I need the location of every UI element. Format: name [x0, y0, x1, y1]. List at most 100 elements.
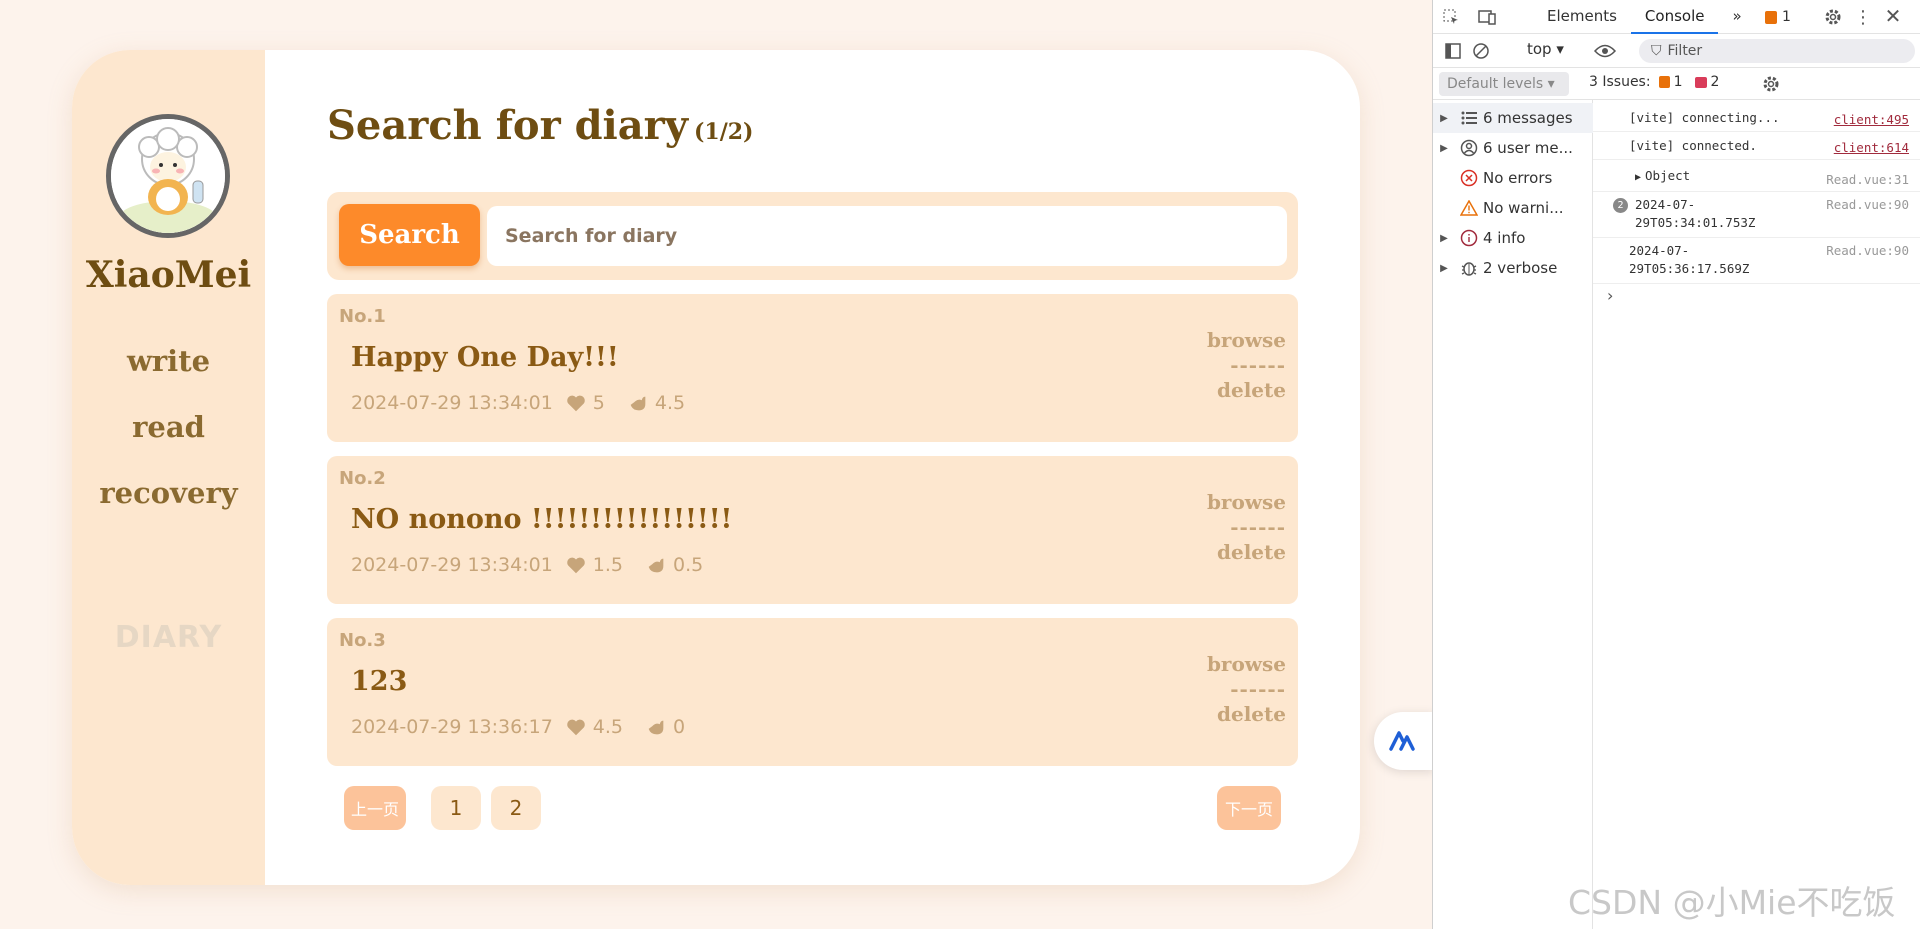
entry-number: No.3	[339, 630, 386, 651]
expand-icon: ▶	[1635, 172, 1642, 183]
page-button[interactable]: 2	[491, 786, 541, 830]
page-title: Search for diary (1/2)	[327, 102, 753, 149]
browse-link[interactable]: browse	[1206, 652, 1286, 676]
entry-number: No.1	[339, 306, 386, 327]
sidebar-item-user-messages[interactable]: ▶ 6 user me...	[1433, 133, 1593, 163]
diary-entry[interactable]: No.2 NO nonono !!!!!!!!!!!!!!!!! 2024-07…	[327, 456, 1298, 604]
diary-entry[interactable]: No.3 123 2024-07-29 13:36:17 4.5 0 brows…	[327, 618, 1298, 766]
prev-page-button[interactable]: 上一页	[344, 786, 406, 830]
inspect-icon[interactable]	[1441, 7, 1461, 27]
eye-icon[interactable]	[1593, 41, 1617, 61]
sidebar-item-label: No warni...	[1483, 199, 1564, 217]
levels-value: Default levels	[1447, 76, 1544, 92]
sidebar-item-messages[interactable]: ▶ 6 messages	[1433, 103, 1593, 133]
source-link[interactable]: Read.vue:31	[1826, 168, 1909, 192]
more-options-icon[interactable]: ⋮	[1854, 7, 1872, 28]
console-line: 2024-07- 29T05:36:17.569Z Read.vue:90	[1593, 240, 1920, 284]
sidebar-item-label: 2 verbose	[1483, 259, 1558, 277]
entry-rating: 0	[673, 716, 686, 738]
entry-title[interactable]: Happy One Day!!!	[351, 342, 619, 373]
console-message: 29T05:36:17.569Z	[1629, 261, 1750, 276]
tab-elements[interactable]: Elements	[1533, 0, 1631, 34]
issue-warn-icon	[1658, 76, 1670, 88]
actions-separator: ------	[1230, 677, 1286, 701]
expand-icon: ▶	[1440, 232, 1448, 244]
issues-info-count: 2	[1710, 74, 1720, 90]
heart-icon	[566, 557, 585, 574]
nav-write[interactable]: write	[72, 344, 265, 378]
entry-meta: 2024-07-29 13:34:01 1.5 0.5	[351, 554, 725, 576]
console-prompt[interactable]: ›	[1607, 286, 1613, 305]
diary-entry[interactable]: No.1 Happy One Day!!! 2024-07-29 13:34:0…	[327, 294, 1298, 442]
browse-link[interactable]: browse	[1206, 490, 1286, 514]
diary-app: XiaoMei write read recovery DIARY Search…	[0, 0, 1434, 929]
delete-link[interactable]: delete	[1206, 378, 1286, 402]
context-select[interactable]: top ▾	[1527, 40, 1564, 58]
entry-meta: 2024-07-29 13:36:17 4.5 0	[351, 716, 707, 738]
entry-likes: 4.5	[592, 716, 624, 738]
issues-summary[interactable]: 3 Issues: 1 2	[1589, 74, 1719, 90]
sidebar-item-warnings[interactable]: No warni...	[1433, 193, 1593, 223]
expand-icon: ▶	[1440, 262, 1448, 274]
assistant-float-button[interactable]	[1374, 712, 1434, 770]
bird-icon	[630, 396, 646, 411]
more-tabs-icon[interactable]: »	[1718, 0, 1755, 34]
list-icon	[1455, 111, 1483, 125]
console-toolbar: top ▾ ⛉ Filter	[1433, 34, 1920, 68]
entry-title[interactable]: NO nonono !!!!!!!!!!!!!!!!!	[351, 504, 732, 535]
console-line[interactable]: ▶ Object Read.vue:31	[1593, 164, 1920, 192]
sidebar: XiaoMei write read recovery DIARY	[72, 50, 265, 885]
tab-console[interactable]: Console	[1630, 0, 1719, 34]
settings-gear-icon[interactable]	[1823, 7, 1843, 27]
issues-badge[interactable]: 1	[1765, 8, 1791, 26]
assistant-icon	[1389, 731, 1415, 751]
page-count: (1/2)	[693, 119, 754, 145]
heart-icon	[566, 719, 585, 736]
delete-link[interactable]: delete	[1206, 540, 1286, 564]
user-avatar[interactable]	[106, 114, 230, 238]
entry-actions: browse ------ delete	[1206, 652, 1286, 726]
console-message: [vite] connected.	[1629, 138, 1757, 153]
sidebar-item-errors[interactable]: No errors	[1433, 163, 1593, 193]
clear-console-icon[interactable]	[1471, 41, 1491, 61]
next-page-button[interactable]: 下一页	[1217, 786, 1281, 830]
console-message: Object	[1645, 168, 1691, 183]
nav-recovery[interactable]: recovery	[72, 476, 265, 510]
search-input[interactable]	[487, 206, 1287, 266]
source-link[interactable]: Read.vue:90	[1826, 242, 1909, 260]
context-value: top	[1527, 40, 1552, 58]
browse-link[interactable]: browse	[1206, 328, 1286, 352]
sheep-avatar-icon	[111, 119, 225, 233]
entry-number: No.2	[339, 468, 386, 489]
nav-read[interactable]: read	[72, 410, 265, 444]
console-line: 2 2024-07- 29T05:34:01.753Z Read.vue:90	[1593, 194, 1920, 238]
device-toggle-icon[interactable]	[1477, 7, 1497, 27]
watermark: CSDN @小Mie不吃饭	[1568, 883, 1896, 922]
sidebar-item-info[interactable]: ▶ 4 info	[1433, 223, 1593, 253]
console-settings-icon[interactable]	[1761, 74, 1781, 94]
repeat-count-badge: 2	[1613, 198, 1628, 213]
bird-icon	[648, 720, 664, 735]
expand-icon: ▶	[1440, 112, 1448, 124]
sidebar-toggle-icon[interactable]	[1443, 41, 1463, 61]
source-link[interactable]: Read.vue:90	[1826, 196, 1909, 214]
search-button[interactable]: Search	[339, 204, 480, 266]
entry-date: 2024-07-29 13:34:01	[351, 392, 553, 414]
page-button[interactable]: 1	[431, 786, 481, 830]
entry-title[interactable]: 123	[351, 666, 407, 697]
issues-label: 3 Issues:	[1589, 74, 1651, 90]
chevron-down-icon: ▾	[1547, 76, 1555, 92]
source-link[interactable]: client:614	[1834, 138, 1909, 158]
close-icon[interactable]: ✕	[1883, 4, 1903, 28]
entry-date: 2024-07-29 13:34:01	[351, 554, 553, 576]
entry-rating: 0.5	[673, 554, 704, 576]
error-icon	[1455, 169, 1483, 187]
sidebar-item-label: No errors	[1483, 169, 1553, 187]
entry-likes: 1.5	[592, 554, 624, 576]
filter-input[interactable]: ⛉ Filter	[1639, 39, 1915, 63]
levels-select[interactable]: Default levels ▾	[1439, 72, 1569, 96]
sidebar-item-verbose[interactable]: ▶ 2 verbose	[1433, 253, 1593, 283]
delete-link[interactable]: delete	[1206, 702, 1286, 726]
source-link[interactable]: client:495	[1834, 110, 1909, 130]
console-line: [vite] connecting... client:495	[1593, 108, 1920, 132]
